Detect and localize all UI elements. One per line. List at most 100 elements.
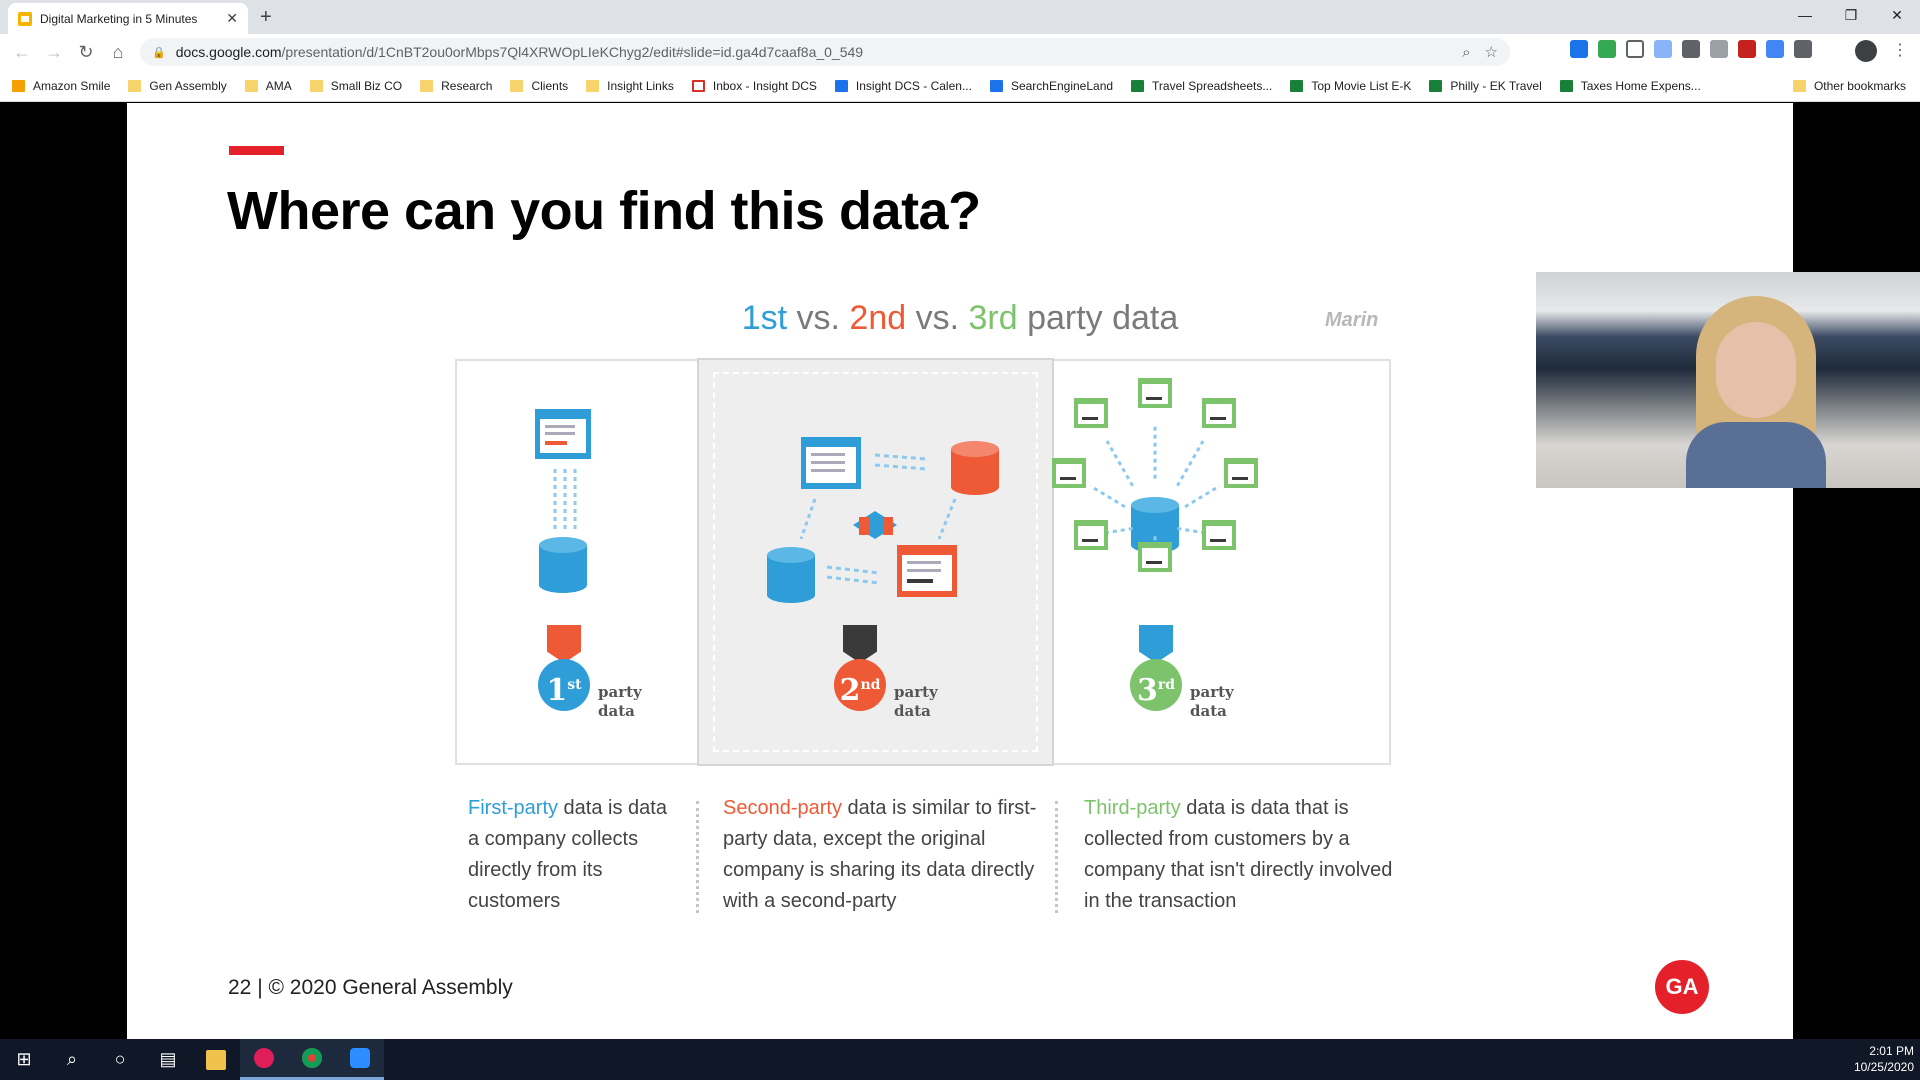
bookmark-label: Insight DCS - Calen... (855, 78, 972, 93)
cortana-icon[interactable]: ○ (96, 1039, 144, 1080)
address-bar[interactable]: 🔒 docs.google.com/presentation/d/1CnBT2o… (140, 38, 1510, 66)
bookmark-item[interactable]: Clients (510, 79, 568, 93)
bookmark-label: Taxes Home Expens... (1580, 78, 1701, 93)
home-icon[interactable]: ⌂ (102, 42, 134, 63)
bookmark-label: Small Biz CO (330, 78, 403, 93)
browser-tab[interactable]: Digital Marketing in 5 Minutes ✕ (8, 3, 248, 34)
bookmark-label: AMA (265, 78, 292, 93)
bookmark-item[interactable]: Insight Links (586, 79, 674, 93)
bookmark-item[interactable]: Small Biz CO (309, 78, 403, 93)
bookmark-star-icon[interactable]: ☆ (1485, 43, 1498, 61)
marin-logo: Marin (1325, 309, 1379, 331)
extensions-area (1570, 40, 1812, 58)
bookmark-label: SearchEngineLand (1010, 78, 1114, 93)
extension-icon[interactable] (1738, 40, 1756, 58)
third-party-graphic (1052, 378, 1258, 572)
first-party-graphic (535, 409, 591, 593)
bookmark-label: Travel Spreadsheets... (1152, 78, 1273, 93)
content-area: Where can you find this data? 1st vs. 2n… (0, 103, 1920, 1039)
bookmark-item[interactable]: Gen Assembly (128, 78, 227, 93)
accent-bar (229, 146, 284, 155)
third-party-description: Third-party data is data that is collect… (1084, 797, 1393, 912)
window-controls: — ❐ ✕ (1782, 0, 1920, 30)
bookmark-item[interactable]: Top Movie List E-K (1290, 79, 1411, 93)
lock-icon: 🔒 (152, 46, 166, 59)
bookmarks-bar: Amazon Smile Gen Assembly AMA Small Biz CO R… (0, 70, 1920, 102)
forward-icon[interactable]: → (38, 42, 70, 63)
restore-icon[interactable]: ❐ (1828, 0, 1874, 30)
slide-title: Where can you find this data? (227, 181, 981, 241)
search-icon[interactable]: ⌕ (48, 1039, 96, 1080)
windows-start-icon[interactable]: ⊞ (0, 1039, 48, 1080)
bookmark-item[interactable]: Philly - EK Travel (1429, 78, 1542, 93)
bookmark-label: Insight Links (607, 78, 674, 93)
bookmark-label: Gen Assembly (149, 78, 227, 93)
bookmark-item[interactable]: Insight DCS - Calen... (834, 78, 972, 93)
other-bookmarks[interactable]: Other bookmarks (1792, 79, 1906, 93)
bookmark-label: Top Movie List E-K (1311, 78, 1412, 93)
close-tab-icon[interactable]: ✕ (226, 10, 238, 27)
extension-icon[interactable] (1626, 40, 1644, 58)
extension-icon[interactable] (1654, 40, 1672, 58)
presenter-body (1686, 422, 1826, 488)
bookmark-item[interactable]: AMA (244, 78, 292, 93)
folder-icon (128, 79, 142, 92)
zoom-icon[interactable]: ⌕ (1462, 44, 1470, 61)
bookmark-item[interactable]: Amazon Smile (12, 79, 110, 93)
folder-icon (420, 79, 434, 92)
zoom-app-icon[interactable] (336, 1039, 384, 1080)
bookmark-item[interactable]: SearchEngineLand (989, 78, 1114, 93)
back-icon[interactable]: ← (6, 42, 38, 63)
first-party-label: party data (598, 683, 642, 720)
divider (696, 801, 699, 913)
close-window-icon[interactable]: ✕ (1874, 0, 1920, 30)
bookmark-item[interactable]: Inbox - Insight DCS (691, 78, 817, 93)
second-party-description: Second-party data is similar to first-pa… (723, 797, 1037, 912)
profile-avatar[interactable] (1855, 40, 1877, 62)
sheets-icon (1429, 79, 1443, 92)
first-party-description: First-party data is data a company colle… (468, 797, 667, 912)
sheets-icon (1559, 79, 1573, 92)
calendar-icon (834, 79, 848, 92)
sheets-icon (1290, 79, 1304, 92)
file-explorer-icon[interactable] (192, 1039, 240, 1080)
menu-icon[interactable]: ⋮ (1892, 40, 1908, 60)
webcam-video[interactable] (1536, 272, 1920, 488)
chrome-icon[interactable] (288, 1039, 336, 1080)
third-party-medal: 3rd (1121, 625, 1191, 725)
folder-icon (510, 79, 524, 92)
extension-icon[interactable] (1682, 40, 1700, 58)
url-text: docs.google.com/presentation/d/1CnBT2ou0… (175, 44, 864, 60)
new-tab-icon[interactable]: + (260, 6, 272, 29)
third-party-label: party data (1190, 683, 1234, 720)
ga-logo: GA (1655, 960, 1709, 1014)
evernote-icon[interactable] (1598, 40, 1616, 58)
slack-icon[interactable] (240, 1039, 288, 1080)
system-clock[interactable]: 2:01 PM 10/25/2020 (1854, 1043, 1914, 1075)
first-party-medal: 1st (529, 625, 599, 725)
gmail-icon (691, 79, 705, 92)
bookmark-label: Philly - EK Travel (1450, 78, 1542, 93)
bookmark-item[interactable]: Research (420, 79, 492, 93)
slides-icon (18, 11, 32, 26)
second-party-medal: 2nd (825, 625, 895, 725)
folder-icon (244, 79, 258, 92)
camera-icon[interactable] (1710, 40, 1728, 58)
tab-bar: Digital Marketing in 5 Minutes ✕ + — ❐ ✕ (0, 0, 1920, 34)
divider (1055, 801, 1058, 913)
bookmark-item[interactable]: Taxes Home Expens... (1559, 78, 1701, 93)
bookmark-label: Inbox - Insight DCS (712, 78, 817, 93)
puzzle-icon[interactable] (1794, 40, 1812, 58)
task-view-icon[interactable]: ▤ (144, 1039, 192, 1080)
second-party-graphic (767, 437, 999, 603)
folder-icon (1792, 79, 1806, 92)
reload-icon[interactable]: ↻ (70, 42, 102, 63)
extension-icon[interactable] (1766, 40, 1784, 58)
minimize-icon[interactable]: — (1782, 0, 1828, 30)
extension-icon[interactable] (1570, 40, 1588, 58)
taskbar: ⊞ ⌕ ○ ▤ 2:01 PM 10/25/2020 (0, 1039, 1920, 1080)
slide: Where can you find this data? 1st vs. 2n… (127, 103, 1793, 1039)
bookmark-label: Amazon Smile (33, 78, 111, 93)
bookmark-item[interactable]: Travel Spreadsheets... (1131, 79, 1272, 93)
sel-icon (989, 79, 1003, 92)
